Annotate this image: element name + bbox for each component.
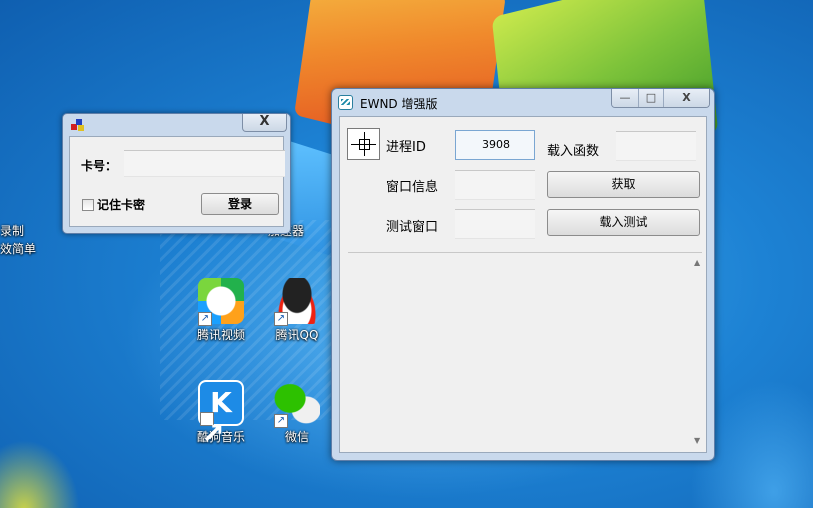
desktop-icon-label-partial[interactable]: 效简单 bbox=[0, 240, 36, 257]
load-function-label: 载入函数 bbox=[547, 144, 600, 159]
maximize-button[interactable]: □ bbox=[638, 89, 663, 107]
remember-card-checkbox[interactable]: 记住卡密 bbox=[82, 196, 145, 213]
load-test-button[interactable]: 载入测试 bbox=[547, 209, 700, 236]
card-number-input[interactable] bbox=[124, 150, 285, 177]
scroll-down-arrow-icon[interactable]: ▼ bbox=[694, 437, 702, 445]
close-button[interactable]: X bbox=[242, 114, 287, 132]
kugou-music-icon: K ↗ bbox=[198, 380, 244, 450]
shortcut-arrow-icon: ↗ bbox=[198, 312, 212, 326]
caption-buttons: — □ X bbox=[611, 89, 710, 108]
minimize-button[interactable]: — bbox=[612, 89, 638, 107]
desktop-icon-label: 微信 bbox=[284, 430, 309, 444]
process-id-label: 进程ID bbox=[386, 140, 426, 155]
tencent-video-icon: ↗ bbox=[198, 278, 244, 326]
window-info-input[interactable] bbox=[455, 170, 535, 200]
shortcut-arrow-icon: ↗ bbox=[200, 412, 224, 450]
qq-penguin-icon: ↗ bbox=[274, 278, 320, 326]
login-window: X 卡号： 记住卡密 登录 bbox=[62, 113, 291, 234]
desktop-icon-label-partial[interactable]: 录制 bbox=[0, 222, 24, 239]
desktop-icon-tencent-video[interactable]: ↗ 腾讯视频 bbox=[186, 278, 256, 343]
remember-card-label: 记住卡密 bbox=[97, 198, 146, 212]
app-icon bbox=[71, 119, 85, 131]
window-info-label: 窗口信息 bbox=[386, 180, 439, 195]
close-button[interactable]: X bbox=[663, 89, 709, 107]
desktop-icon-label: 腾讯视频 bbox=[196, 328, 245, 342]
shortcut-arrow-icon: ↗ bbox=[274, 312, 288, 326]
desktop-icon-label: 腾讯QQ bbox=[275, 328, 319, 342]
desktop-icon-kugou[interactable]: K ↗ 酷狗音乐 bbox=[186, 380, 256, 450]
process-id-input[interactable]: 3908 bbox=[455, 130, 535, 160]
login-window-client: 卡号： 记住卡密 登录 bbox=[69, 136, 285, 227]
log-textarea[interactable] bbox=[348, 252, 702, 450]
shortcut-arrow-icon: ↗ bbox=[274, 414, 288, 428]
get-button[interactable]: 获取 bbox=[547, 171, 700, 198]
main-window-titlebar[interactable]: EWND 增强版 — □ X bbox=[332, 89, 714, 115]
desktop-icon-wechat[interactable]: ↗ 微信 bbox=[262, 380, 332, 445]
wechat-icon: ↗ bbox=[274, 380, 320, 428]
load-function-input[interactable] bbox=[616, 131, 696, 161]
window-title: EWND 增强版 bbox=[360, 97, 438, 111]
main-window-client: 进程ID 3908 载入函数 窗口信息 获取 测试窗口 载入测试 ▲ ▼ bbox=[339, 116, 707, 453]
ewnd-main-window: EWND 增强版 — □ X 进程ID 3908 载入函数 窗口信息 获取 测试… bbox=[331, 88, 715, 461]
card-number-label: 卡号： bbox=[81, 159, 118, 173]
scroll-up-arrow-icon[interactable]: ▲ bbox=[694, 259, 702, 267]
checkbox-icon[interactable] bbox=[82, 199, 94, 211]
login-button[interactable]: 登录 bbox=[201, 193, 279, 215]
test-window-input[interactable] bbox=[455, 209, 535, 239]
test-window-label: 测试窗口 bbox=[386, 220, 439, 235]
ewnd-logo-icon bbox=[338, 95, 353, 110]
desktop-icon-qq[interactable]: ↗ 腾讯QQ bbox=[262, 278, 332, 343]
window-finder-crosshair-icon[interactable] bbox=[347, 128, 380, 160]
login-window-titlebar[interactable]: X bbox=[63, 114, 290, 135]
